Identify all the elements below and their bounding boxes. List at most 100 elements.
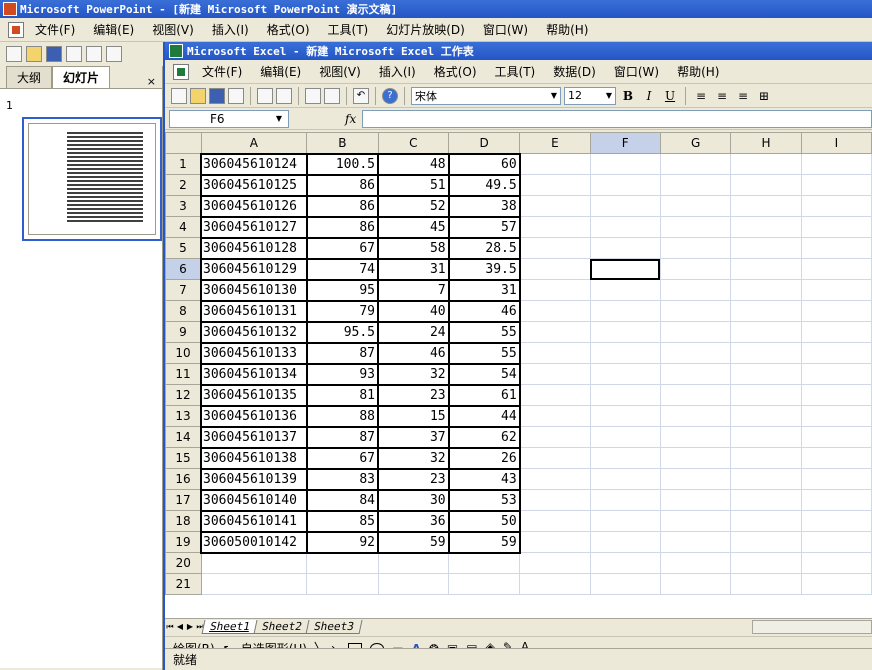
close-pane-icon[interactable]: ×	[147, 75, 156, 88]
new-workbook-icon[interactable]	[171, 87, 187, 104]
cell[interactable]	[730, 174, 802, 196]
cell[interactable]	[589, 216, 661, 238]
column-header[interactable]: C	[377, 132, 450, 154]
print-icon[interactable]	[86, 46, 102, 62]
column-header[interactable]: D	[448, 132, 521, 154]
cell[interactable]	[519, 258, 591, 280]
cell[interactable]: 45	[377, 215, 450, 239]
cell[interactable]	[800, 531, 872, 553]
cell[interactable]	[800, 405, 872, 427]
cell[interactable]	[730, 216, 802, 238]
name-box[interactable]: F6 ▼	[169, 109, 289, 128]
row-header[interactable]: 8	[165, 300, 202, 322]
cell[interactable]: 86	[305, 173, 380, 197]
cell[interactable]	[519, 195, 591, 217]
cell[interactable]	[659, 489, 732, 511]
ppt-menu-edit[interactable]: 编辑(E)	[84, 21, 143, 38]
ppt-menu-tools[interactable]: 工具(T)	[319, 21, 378, 38]
formula-input[interactable]	[362, 109, 872, 128]
print-preview-icon[interactable]	[276, 87, 292, 104]
cell[interactable]	[589, 447, 661, 469]
cell[interactable]: 61	[447, 383, 521, 407]
permission-icon[interactable]	[66, 46, 82, 62]
cell[interactable]	[589, 384, 661, 406]
cell[interactable]	[519, 279, 591, 301]
cell[interactable]	[519, 552, 591, 574]
cell[interactable]	[659, 237, 732, 259]
cell[interactable]	[730, 300, 802, 322]
cell[interactable]: 55	[447, 320, 521, 344]
cell[interactable]: 306045610124	[200, 152, 308, 176]
cell[interactable]	[730, 510, 802, 532]
cell[interactable]: 95	[305, 278, 380, 302]
cell[interactable]: 306050010142	[200, 530, 308, 554]
cell[interactable]: 55	[447, 341, 521, 365]
align-right-icon[interactable]: ≡	[734, 87, 752, 105]
cell[interactable]	[589, 363, 661, 385]
row-header[interactable]: 14	[165, 426, 202, 448]
cell[interactable]	[659, 573, 732, 595]
cell[interactable]	[659, 174, 732, 196]
cell[interactable]	[730, 489, 802, 511]
cell[interactable]	[589, 279, 661, 301]
cell[interactable]: 83	[305, 467, 380, 491]
cell[interactable]: 43	[447, 467, 521, 491]
print-icon[interactable]	[257, 87, 273, 104]
cell[interactable]: 24	[377, 320, 450, 344]
row-header[interactable]: 1	[165, 153, 202, 175]
merge-center-icon[interactable]: ⊞	[755, 87, 773, 105]
row-header[interactable]: 18	[165, 510, 202, 532]
cell[interactable]: 58	[377, 236, 450, 260]
cell[interactable]: 44	[447, 404, 521, 428]
xl-menu-view[interactable]: 视图(V)	[310, 63, 370, 80]
cell[interactable]: 306045610127	[200, 215, 308, 239]
open-folder-icon[interactable]	[26, 46, 42, 62]
row-header[interactable]: 12	[165, 384, 202, 406]
cell[interactable]	[200, 573, 308, 595]
cell[interactable]	[730, 279, 802, 301]
cell[interactable]	[800, 510, 872, 532]
cell[interactable]	[800, 426, 872, 448]
cell[interactable]	[730, 195, 802, 217]
row-header[interactable]: 10	[165, 342, 202, 364]
ppt-menu-slideshow[interactable]: 幻灯片放映(D)	[377, 21, 474, 38]
cell[interactable]	[800, 552, 872, 574]
cell[interactable]	[306, 552, 379, 574]
row-header[interactable]: 3	[165, 195, 202, 217]
cell[interactable]	[659, 216, 732, 238]
cell[interactable]	[519, 468, 591, 490]
cell[interactable]: 100.5	[305, 152, 380, 176]
cell[interactable]	[659, 405, 732, 427]
cell[interactable]	[659, 279, 732, 301]
cell[interactable]: 306045610137	[200, 425, 308, 449]
cell[interactable]	[730, 447, 802, 469]
cell[interactable]	[589, 195, 661, 217]
cell[interactable]: 32	[377, 362, 450, 386]
cell[interactable]	[659, 426, 732, 448]
cell[interactable]	[659, 552, 732, 574]
cell[interactable]: 31	[447, 278, 521, 302]
cell[interactable]	[519, 342, 591, 364]
cell[interactable]: 36	[377, 509, 450, 533]
cell[interactable]	[589, 237, 661, 259]
cell[interactable]	[589, 342, 661, 364]
select-all-corner[interactable]	[165, 132, 202, 154]
cell[interactable]: 46	[447, 299, 521, 323]
row-header[interactable]: 19	[165, 531, 202, 553]
cell[interactable]	[519, 321, 591, 343]
row-header[interactable]: 4	[165, 216, 202, 238]
cell[interactable]: 50	[447, 509, 521, 533]
save-icon[interactable]	[209, 87, 225, 104]
cell[interactable]: 15	[377, 404, 450, 428]
xl-menu-format[interactable]: 格式(O)	[425, 63, 486, 80]
row-header[interactable]: 16	[165, 468, 202, 490]
cell[interactable]: 306045610134	[200, 362, 308, 386]
cell[interactable]	[519, 300, 591, 322]
cell[interactable]: 62	[447, 425, 521, 449]
cell[interactable]	[589, 510, 661, 532]
cell[interactable]: 87	[305, 425, 380, 449]
cell[interactable]: 306045610140	[200, 488, 308, 512]
powerpoint-app-icon[interactable]	[3, 2, 17, 16]
xl-menu-insert[interactable]: 插入(I)	[370, 63, 425, 80]
cell[interactable]: 59	[447, 530, 521, 554]
